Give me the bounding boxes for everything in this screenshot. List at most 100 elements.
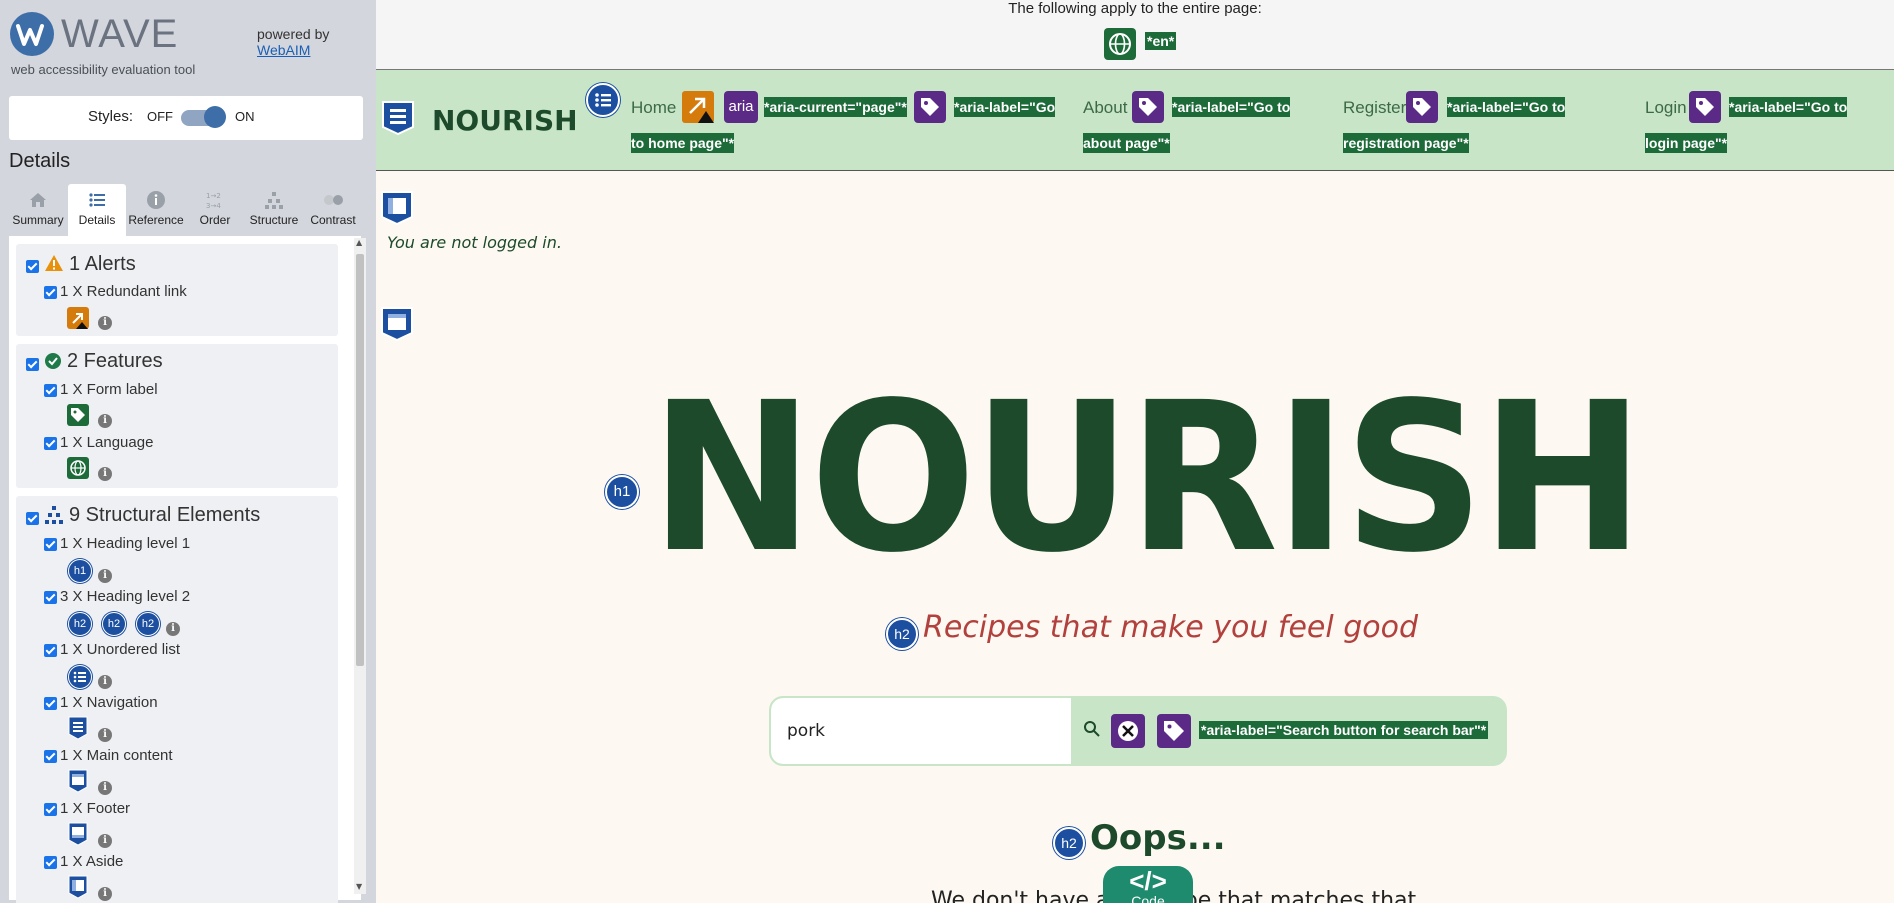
tab-structure[interactable]: Structure <box>245 184 303 236</box>
alerts-checkbox[interactable] <box>26 260 39 273</box>
features-title: 2 Features <box>67 350 163 372</box>
toggle-on-label: ON <box>235 109 255 124</box>
redundant-link-info-icon[interactable]: i <box>98 316 112 330</box>
scrollbar-thumb[interactable] <box>356 254 364 666</box>
heading1-info-icon[interactable]: i <box>98 569 112 583</box>
h2-marker-icon[interactable]: h2 <box>1053 827 1085 859</box>
form-label-info-icon[interactable]: i <box>98 414 112 428</box>
unordered-list-icon[interactable] <box>68 665 92 689</box>
language-globe-icon[interactable] <box>1104 28 1136 60</box>
form-label-checkbox[interactable] <box>44 384 57 397</box>
aria-label-tag-icon[interactable] <box>1157 714 1191 748</box>
redundant-link-checkbox[interactable] <box>44 286 57 299</box>
panel-scrollbar[interactable]: ▲ ▼ <box>354 238 366 894</box>
search-input[interactable] <box>771 698 1071 764</box>
footer-info-icon[interactable]: i <box>98 834 112 848</box>
redundant-link-alert-icon[interactable] <box>682 91 714 123</box>
redundant-link-label: 1 X Redundant link <box>60 283 187 300</box>
page-wide-info-text: The following apply to the entire page: <box>1008 0 1262 17</box>
home-aria-current-tag: *aria-current="page"* <box>764 89 907 125</box>
login-aria-label-text-2: login page"* <box>1645 133 1728 153</box>
form-label-icon[interactable] <box>67 404 89 426</box>
tab-order[interactable]: 1→2 3→4 Order <box>186 184 244 236</box>
site-brand-logo[interactable]: NOURISH <box>432 104 578 137</box>
scroll-up-arrow-icon[interactable]: ▲ <box>356 238 362 247</box>
main-content-icon[interactable] <box>67 769 89 793</box>
code-toggle-button[interactable]: </> Code <box>1103 866 1193 903</box>
main-content-checkbox[interactable] <box>44 750 57 763</box>
tab-contrast[interactable]: Contrast <box>304 184 362 236</box>
navigation-info-icon[interactable]: i <box>98 728 112 742</box>
main-content-region-icon[interactable] <box>380 306 414 342</box>
language-icon[interactable] <box>67 457 89 479</box>
aria-label-tag-icon[interactable] <box>914 91 946 123</box>
unordered-list-info-icon[interactable]: i <box>98 675 112 689</box>
heading1-checkbox[interactable] <box>44 538 57 551</box>
redundant-link-icon[interactable] <box>67 307 89 329</box>
aside-icon[interactable] <box>67 875 89 899</box>
list-icon <box>89 193 105 207</box>
tab-reference[interactable]: Reference <box>127 184 185 236</box>
footer-region-icon[interactable] <box>380 190 414 226</box>
login-aria-label-text-1: *aria-label="Go to <box>1729 97 1848 117</box>
nav-link-login[interactable]: Login <box>1645 98 1687 118</box>
webaim-link[interactable]: WebAIM <box>257 42 329 58</box>
evaluated-page: The following apply to the entire page: … <box>376 0 1894 903</box>
styles-toggle-knob[interactable] <box>204 106 226 128</box>
login-aria-label-tag-cont: login page"* <box>1645 125 1728 161</box>
oops-heading: Oops... <box>1090 818 1226 858</box>
tab-details[interactable]: Details <box>68 184 126 238</box>
powered-by: powered by WebAIM <box>257 26 329 58</box>
navigation-checkbox[interactable] <box>44 697 57 710</box>
styles-label: Styles: <box>88 108 134 125</box>
navigation-region-icon[interactable] <box>381 100 415 136</box>
unordered-list-region-icon[interactable] <box>586 83 620 117</box>
order-icon: 1→23→4 <box>206 192 221 210</box>
language-info-icon[interactable]: i <box>98 467 112 481</box>
search-icon[interactable] <box>1083 720 1101 743</box>
wave-tabs: Summary Details Reference 1→2 3→4 Order S… <box>9 184 362 238</box>
aria-label-tag-icon[interactable] <box>1132 91 1164 123</box>
h2-icon[interactable]: h2 <box>136 612 160 636</box>
nav-link-register[interactable]: Register <box>1343 98 1406 118</box>
wave-title: WAVE <box>61 12 179 56</box>
home-aria-label-text-1: *aria-label="Go <box>954 97 1056 117</box>
register-aria-label-tag-cont: registration page"* <box>1343 125 1469 161</box>
heading2-info-icon[interactable]: i <box>166 622 180 636</box>
h1-icon[interactable]: h1 <box>68 559 92 583</box>
footer-checkbox[interactable] <box>44 803 57 816</box>
tab-summary[interactable]: Summary <box>9 184 67 236</box>
tab-reference-label: Reference <box>128 213 184 227</box>
unordered-list-label: 1 X Unordered list <box>60 641 181 658</box>
styles-toggle-box: Styles: OFF ON <box>9 96 363 140</box>
language-checkbox[interactable] <box>44 437 57 450</box>
structure-checkbox[interactable] <box>26 512 39 525</box>
register-aria-label-tag: *aria-label="Go to <box>1447 89 1566 125</box>
language-label: 1 X Language <box>60 434 154 451</box>
main-content-info-icon[interactable]: i <box>98 781 112 795</box>
h2-marker-icon[interactable]: h2 <box>886 618 918 650</box>
wave-sidebar: WAVE web accessibility evaluation tool p… <box>0 0 376 903</box>
features-checkbox[interactable] <box>26 358 39 371</box>
heading2-checkbox[interactable] <box>44 591 57 604</box>
h2-icon[interactable]: h2 <box>68 612 92 636</box>
aside-checkbox[interactable] <box>44 856 57 869</box>
aria-label-tag-icon[interactable] <box>1689 91 1721 123</box>
aside-info-icon[interactable]: i <box>98 887 112 901</box>
h2-icon[interactable]: h2 <box>102 612 126 636</box>
main-content-label: 1 X Main content <box>60 747 173 764</box>
page-wide-info-bar: The following apply to the entire page: … <box>376 0 1894 70</box>
structure-icon <box>265 192 283 209</box>
alert-icon <box>45 255 63 271</box>
h1-marker-icon[interactable]: h1 <box>605 475 639 509</box>
aria-badge-icon[interactable]: aria <box>724 91 758 123</box>
aria-label-tag-icon[interactable] <box>1406 91 1438 123</box>
clear-search-error-icon[interactable] <box>1111 714 1145 748</box>
unordered-list-checkbox[interactable] <box>44 644 57 657</box>
nav-link-about[interactable]: About <box>1083 98 1127 118</box>
nav-link-home[interactable]: Home <box>631 98 676 118</box>
aside-label: 1 X Aside <box>60 853 124 870</box>
navigation-icon[interactable] <box>67 716 89 740</box>
scroll-down-arrow-icon[interactable]: ▼ <box>356 882 362 891</box>
footer-icon[interactable] <box>67 822 89 846</box>
